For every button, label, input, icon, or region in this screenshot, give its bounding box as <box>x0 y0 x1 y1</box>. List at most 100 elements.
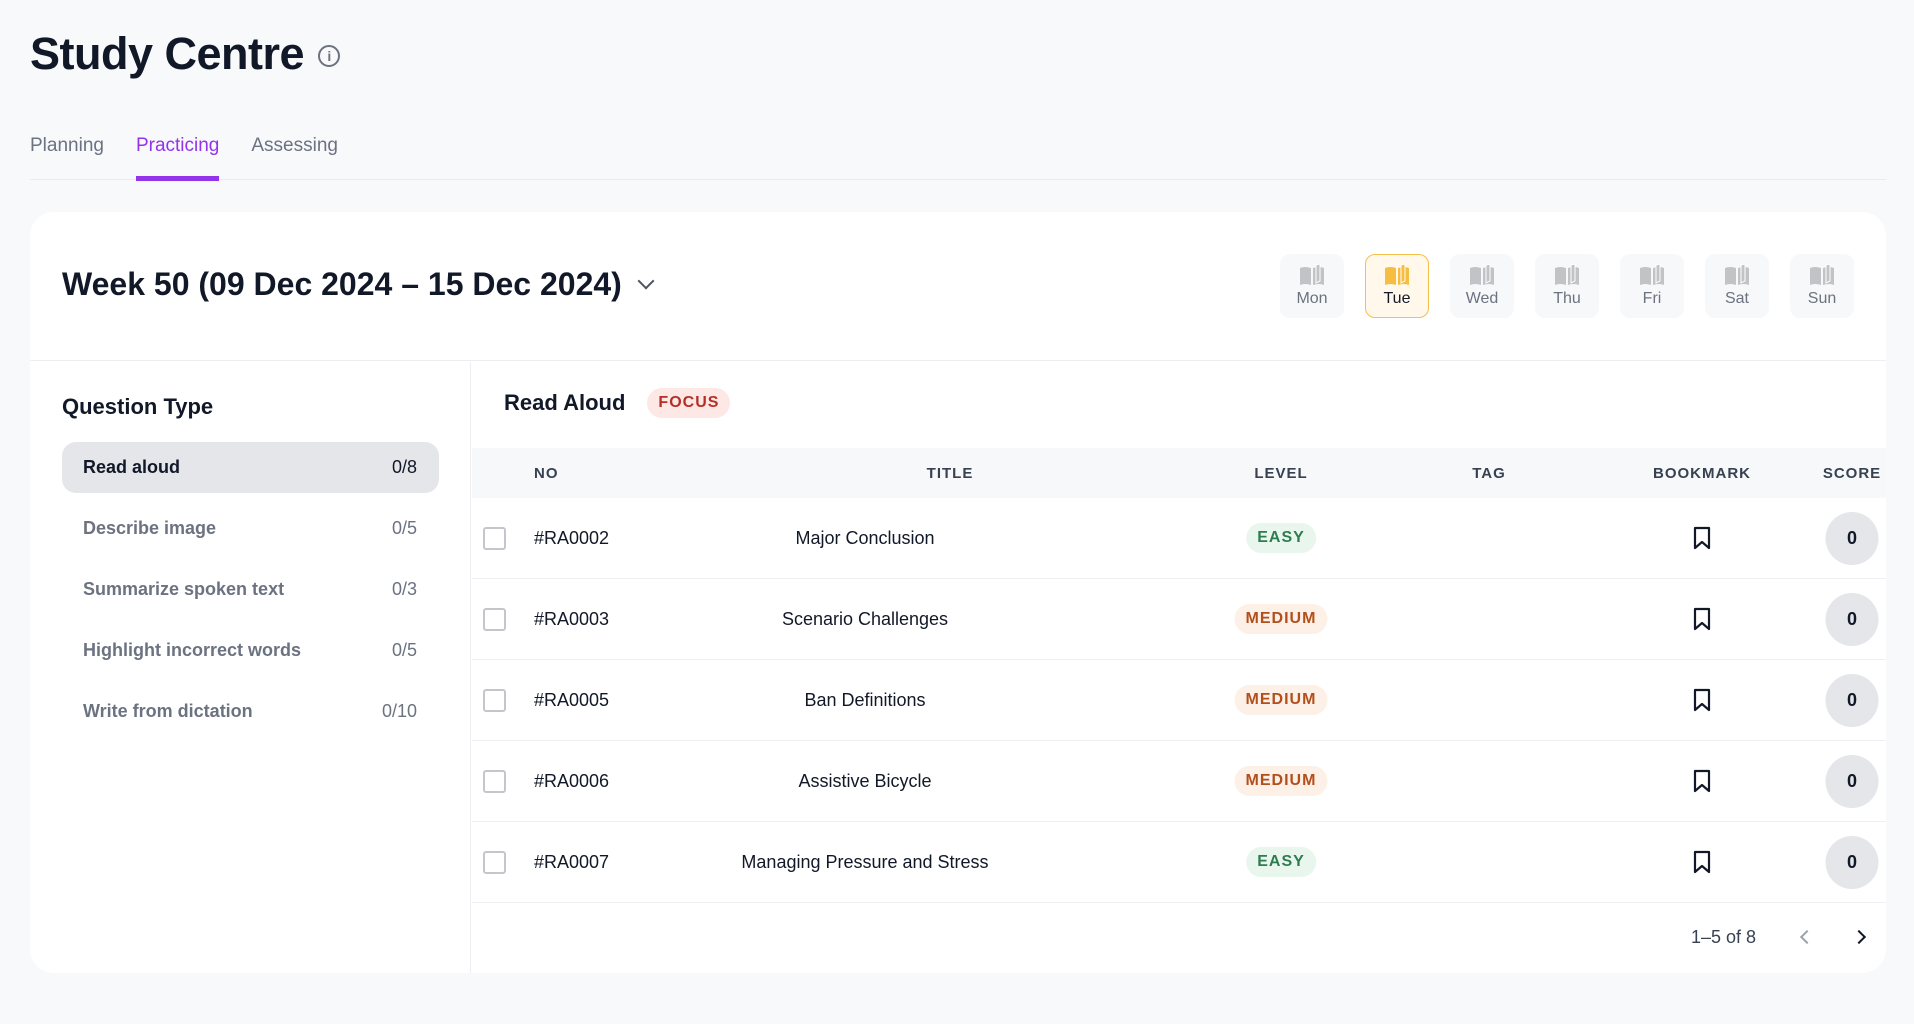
question-type-count: 0/8 <box>391 457 417 477</box>
day-label: Wed <box>1465 290 1499 307</box>
bookmark-icon[interactable] <box>1693 607 1711 631</box>
week-selector[interactable]: Week 50 (09 Dec 2024 – 15 Dec 2024) <box>62 266 655 303</box>
question-type-label: Describe image <box>83 518 217 538</box>
day-label: Thu <box>1553 290 1581 307</box>
table-row: #RA0006 Assistive Bicycle MEDIUM 0 <box>472 741 1886 822</box>
table-row: #RA0007 Managing Pressure and Stress EAS… <box>472 822 1886 903</box>
book-icon <box>1725 264 1749 285</box>
tab-bar: Planning Practicing Assessing <box>30 130 1886 181</box>
day-wed[interactable]: Wed <box>1450 254 1514 318</box>
score-badge: 0 <box>1825 592 1879 646</box>
question-title[interactable]: Scenario Challenges <box>782 579 948 659</box>
column-header-title: TITLE <box>926 464 974 482</box>
level-badge: MEDIUM <box>1234 766 1328 796</box>
table-row: #RA0005 Ban Definitions MEDIUM 0 <box>472 660 1886 741</box>
day-label: Mon <box>1296 290 1328 307</box>
question-no: #RA0002 <box>534 527 610 548</box>
table-row: #RA0003 Scenario Challenges MEDIUM 0 <box>472 579 1886 660</box>
bookmark-icon[interactable] <box>1693 850 1711 874</box>
card-header: Week 50 (09 Dec 2024 – 15 Dec 2024) Mon T… <box>30 212 1886 361</box>
day-label: Sat <box>1724 290 1749 307</box>
level-badge: MEDIUM <box>1234 685 1328 715</box>
next-page-button[interactable] <box>1844 922 1874 952</box>
column-header-score: SCORE <box>1822 464 1882 482</box>
row-checkbox[interactable] <box>483 850 506 874</box>
info-icon[interactable]: i <box>318 45 341 67</box>
bookmark-icon[interactable] <box>1693 769 1711 793</box>
book-icon <box>1640 264 1664 285</box>
question-type-item[interactable]: Summarize spoken text 0/3 <box>62 564 439 615</box>
question-type-item[interactable]: Read aloud 0/8 <box>62 442 439 493</box>
question-no: #RA0007 <box>534 851 610 872</box>
question-title[interactable]: Ban Definitions <box>804 660 925 740</box>
book-icon <box>1810 264 1834 285</box>
question-type-title: Question Type <box>62 394 214 419</box>
tab-planning[interactable]: Planning <box>30 130 104 180</box>
day-mon[interactable]: Mon <box>1280 254 1344 318</box>
question-type-count: 0/5 <box>391 640 417 660</box>
question-type-label: Highlight incorrect words <box>83 640 302 660</box>
level-badge: EASY <box>1246 523 1316 553</box>
question-no: #RA0005 <box>534 689 610 710</box>
row-checkbox[interactable] <box>483 526 506 550</box>
question-type-item[interactable]: Write from dictation 0/10 <box>62 686 439 737</box>
column-header-bookmark: BOOKMARK <box>1653 464 1751 482</box>
book-icon <box>1470 264 1494 285</box>
day-label: Sun <box>1807 290 1837 307</box>
chevron-right-icon <box>1851 929 1867 945</box>
question-type-count: 0/3 <box>391 579 417 599</box>
day-selector: Mon Tue Wed Thu Fri Sat Sun <box>1280 254 1854 318</box>
day-tue[interactable]: Tue <box>1365 254 1429 318</box>
row-checkbox[interactable] <box>483 607 506 631</box>
day-sat[interactable]: Sat <box>1705 254 1769 318</box>
question-title[interactable]: Major Conclusion <box>795 498 934 578</box>
question-title[interactable]: Managing Pressure and Stress <box>741 822 988 902</box>
prev-page-button[interactable] <box>1792 922 1822 952</box>
question-type-item[interactable]: Highlight incorrect words 0/5 <box>62 625 439 676</box>
chevron-left-icon <box>1799 929 1815 945</box>
pagination-label: 1–5 of 8 <box>1690 926 1756 947</box>
column-header-tag: TAG <box>1472 464 1506 482</box>
page-title: Study Centre i <box>30 28 341 80</box>
level-badge: MEDIUM <box>1234 604 1328 634</box>
row-checkbox[interactable] <box>483 769 506 793</box>
question-list-panel: Read Aloud FOCUS NO TITLE LEVEL TAG BOOK… <box>472 362 1886 973</box>
chevron-down-icon <box>637 272 655 289</box>
week-label: Week 50 (09 Dec 2024 – 15 Dec 2024) <box>62 266 622 302</box>
row-checkbox[interactable] <box>483 688 506 712</box>
section-title: Read Aloud <box>504 390 626 415</box>
question-type-item[interactable]: Describe image 0/5 <box>62 503 439 554</box>
day-label: Fri <box>1642 290 1662 307</box>
book-icon <box>1385 264 1409 285</box>
tab-assessing[interactable]: Assessing <box>251 130 338 180</box>
score-badge: 0 <box>1825 673 1879 727</box>
question-title[interactable]: Assistive Bicycle <box>798 741 931 821</box>
score-badge: 0 <box>1825 835 1879 889</box>
page-title-text: Study Centre <box>30 28 305 79</box>
practice-card: Week 50 (09 Dec 2024 – 15 Dec 2024) Mon T… <box>30 212 1886 973</box>
score-badge: 0 <box>1825 754 1879 808</box>
book-icon <box>1555 264 1579 285</box>
question-type-label: Write from dictation <box>83 701 253 721</box>
focus-badge: FOCUS <box>647 388 731 418</box>
tab-practicing[interactable]: Practicing <box>135 130 220 181</box>
question-no: #RA0006 <box>534 770 610 791</box>
day-fri[interactable]: Fri <box>1620 254 1684 318</box>
bookmark-icon[interactable] <box>1693 526 1711 550</box>
question-type-count: 0/10 <box>381 701 417 721</box>
bookmark-icon[interactable] <box>1693 688 1711 712</box>
day-sun[interactable]: Sun <box>1790 254 1854 318</box>
question-type-label: Read aloud <box>83 457 181 477</box>
level-badge: EASY <box>1246 847 1316 877</box>
column-header-no: NO <box>534 464 559 482</box>
question-type-panel: Question Type Read aloud 0/8 Describe imag… <box>30 362 471 973</box>
table-header: NO TITLE LEVEL TAG BOOKMARK SCORE <box>472 448 1886 498</box>
column-header-level: LEVEL <box>1254 464 1308 482</box>
question-type-label: Summarize spoken text <box>83 579 285 599</box>
table-row: #RA0002 Major Conclusion EASY 0 <box>472 498 1886 579</box>
day-thu[interactable]: Thu <box>1535 254 1599 318</box>
question-no: #RA0003 <box>534 608 610 629</box>
book-icon <box>1300 264 1324 285</box>
day-label: Tue <box>1383 290 1411 307</box>
pagination: 1–5 of 8 <box>1691 912 1886 962</box>
